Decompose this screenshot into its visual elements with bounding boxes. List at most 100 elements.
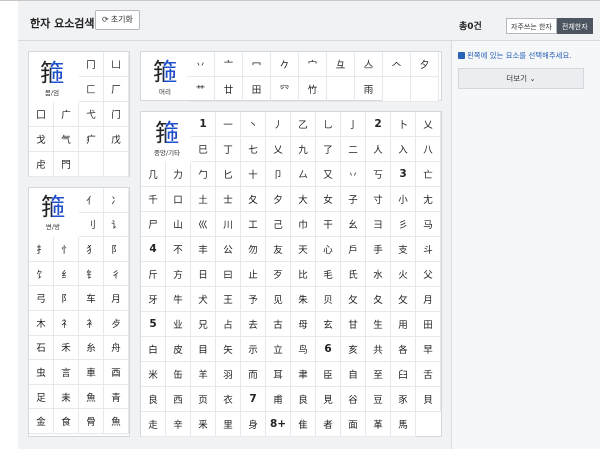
etc-element-70[interactable]: 日: [191, 262, 216, 287]
etc-element-95[interactable]: 占: [216, 312, 241, 337]
top-element-10[interactable]: 廿: [215, 77, 243, 102]
etc-element-33[interactable]: 口: [166, 187, 191, 212]
etc-element-139[interactable]: 貝: [416, 387, 441, 412]
side-element-26[interactable]: 車: [79, 360, 104, 385]
side-element-20[interactable]: 石: [29, 336, 54, 361]
etc-element-0[interactable]: 1: [191, 112, 216, 137]
side-element-21[interactable]: 禾: [54, 336, 79, 361]
tab-frequent-hanja[interactable]: 자주쓰는 한자: [506, 18, 557, 34]
side-element-32[interactable]: 金: [29, 409, 54, 434]
reset-button[interactable]: ⟳ 초기화: [95, 10, 140, 30]
etc-element-74[interactable]: 比: [291, 262, 316, 287]
etc-element-73[interactable]: 歹: [266, 262, 291, 287]
side-element-12[interactable]: 弓: [29, 286, 54, 311]
top-element-11[interactable]: 田: [243, 77, 271, 102]
top-element-14[interactable]: 𫝀: [327, 77, 355, 102]
top-element-5[interactable]: 彑: [327, 52, 355, 77]
enclosure-element-9[interactable]: 气: [54, 127, 79, 152]
etc-element-30[interactable]: 3: [391, 162, 416, 187]
etc-element-61[interactable]: 友: [266, 237, 291, 262]
etc-element-118[interactable]: 羊: [191, 362, 216, 387]
etc-element-21[interactable]: 力: [166, 162, 191, 187]
top-element-6[interactable]: 亼: [355, 52, 383, 77]
side-element-19[interactable]: 歺: [104, 311, 129, 336]
side-element-27[interactable]: 酉: [104, 360, 129, 385]
side-element-34[interactable]: 骨: [79, 409, 104, 434]
side-element-0[interactable]: 亻: [79, 188, 104, 213]
etc-element-88[interactable]: 攵: [341, 287, 366, 312]
side-element-13[interactable]: 阝: [54, 286, 79, 311]
etc-element-1[interactable]: 一: [216, 112, 241, 137]
etc-element-6[interactable]: 亅: [341, 112, 366, 137]
side-element-8[interactable]: 饣: [29, 262, 54, 287]
etc-element-84[interactable]: 予: [241, 287, 266, 312]
etc-element-14[interactable]: 九: [291, 137, 316, 162]
etc-element-60[interactable]: 勿: [241, 237, 266, 262]
side-element-25[interactable]: 言: [54, 360, 79, 385]
etc-element-26[interactable]: 厶: [291, 162, 316, 187]
etc-element-133[interactable]: 甫: [266, 387, 291, 412]
side-element-35[interactable]: 魚: [104, 409, 129, 434]
side-element-30[interactable]: 魚: [79, 385, 104, 410]
etc-element-104[interactable]: 白: [141, 337, 166, 362]
enclosure-element-2[interactable]: 匚: [79, 77, 104, 102]
etc-element-119[interactable]: 羽: [216, 362, 241, 387]
etc-element-121[interactable]: 耳: [266, 362, 291, 387]
top-element-7[interactable]: 𠆢: [383, 52, 411, 77]
etc-element-85[interactable]: 见: [266, 287, 291, 312]
etc-element-68[interactable]: 斤: [141, 262, 166, 287]
etc-element-54[interactable]: 彡: [391, 212, 416, 237]
etc-element-149[interactable]: 革: [366, 412, 391, 437]
etc-element-58[interactable]: 丰: [191, 237, 216, 262]
side-element-28[interactable]: 足: [29, 385, 54, 410]
etc-element-43[interactable]: 尢: [416, 187, 441, 212]
side-element-14[interactable]: 车: [79, 286, 104, 311]
enclosure-element-0[interactable]: 冂: [79, 52, 104, 77]
side-element-6[interactable]: 犭: [79, 237, 104, 262]
etc-element-90[interactable]: 攵: [391, 287, 416, 312]
top-element-13[interactable]: 竹: [299, 77, 327, 102]
more-button[interactable]: 더보기 ⌄: [458, 68, 584, 89]
etc-element-76[interactable]: 氏: [341, 262, 366, 287]
etc-element-69[interactable]: 方: [166, 262, 191, 287]
side-element-7[interactable]: 阝: [104, 237, 129, 262]
etc-element-142[interactable]: 釆: [191, 412, 216, 437]
top-element-9[interactable]: 艹: [187, 77, 215, 102]
side-element-31[interactable]: 青: [104, 385, 129, 410]
etc-element-40[interactable]: 子: [341, 187, 366, 212]
etc-element-38[interactable]: 大: [291, 187, 316, 212]
etc-element-51[interactable]: 干: [316, 212, 341, 237]
side-element-10[interactable]: 钅: [79, 262, 104, 287]
etc-element-128[interactable]: 良: [141, 387, 166, 412]
etc-element-103[interactable]: 田: [416, 312, 441, 337]
etc-element-62[interactable]: 天: [291, 237, 316, 262]
etc-element-114[interactable]: 各: [391, 337, 416, 362]
etc-element-107[interactable]: 矢: [216, 337, 241, 362]
etc-element-132[interactable]: 7: [241, 387, 266, 412]
etc-element-20[interactable]: 几: [141, 162, 166, 187]
etc-element-144[interactable]: 身: [241, 412, 266, 437]
etc-element-34[interactable]: 土: [191, 187, 216, 212]
enclosure-element-1[interactable]: 凵: [104, 52, 129, 77]
etc-element-140[interactable]: 走: [141, 412, 166, 437]
side-element-22[interactable]: 糸: [79, 336, 104, 361]
etc-element-47[interactable]: 川: [216, 212, 241, 237]
etc-element-102[interactable]: 用: [391, 312, 416, 337]
etc-element-25[interactable]: 卩: [266, 162, 291, 187]
etc-element-105[interactable]: 皮: [166, 337, 191, 362]
top-element-4[interactable]: 宀: [299, 52, 327, 77]
enclosure-element-4[interactable]: 囗: [29, 102, 54, 127]
etc-element-23[interactable]: 匕: [216, 162, 241, 187]
etc-element-122[interactable]: 聿: [291, 362, 316, 387]
etc-element-146[interactable]: 隹: [291, 412, 316, 437]
etc-element-13[interactable]: 乂: [266, 137, 291, 162]
etc-element-108[interactable]: 示: [241, 337, 266, 362]
etc-element-91[interactable]: 月: [416, 287, 441, 312]
etc-element-12[interactable]: 七: [241, 137, 266, 162]
enclosure-element-8[interactable]: 戈: [29, 127, 54, 152]
etc-element-81[interactable]: 牛: [166, 287, 191, 312]
etc-element-80[interactable]: 牙: [141, 287, 166, 312]
etc-element-35[interactable]: 士: [216, 187, 241, 212]
enclosure-element-10[interactable]: 疒: [79, 127, 104, 152]
etc-element-100[interactable]: 甘: [341, 312, 366, 337]
